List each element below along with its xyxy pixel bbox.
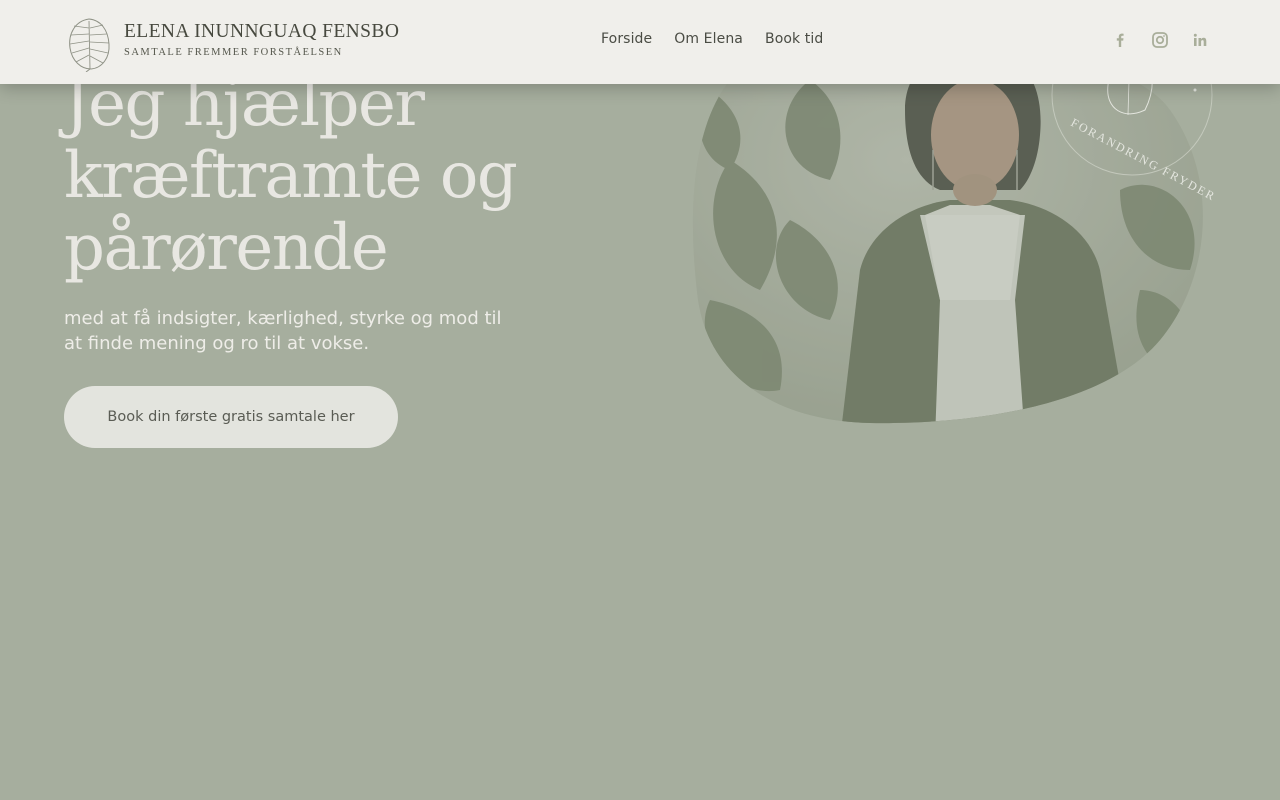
hero-title: Jeg hjælper kræftramte og pårørende bbox=[64, 68, 624, 284]
facebook-icon bbox=[1116, 33, 1124, 47]
hero-title-line: kræftramte og bbox=[64, 139, 518, 213]
main-nav: Forside Om Elena Book tid bbox=[601, 31, 823, 47]
site-header: ELENA INUNNGUAQ FENSBO SAMTALE FREMMER F… bbox=[0, 0, 1280, 84]
linkedin-link[interactable] bbox=[1191, 31, 1209, 49]
portrait-blob-image: FORANDRING FRYDER bbox=[692, 40, 1219, 424]
nav-item-forside[interactable]: Forside bbox=[601, 31, 652, 47]
linkedin-icon bbox=[1193, 33, 1207, 46]
instagram-icon bbox=[1152, 32, 1168, 48]
nav-item-om-elena[interactable]: Om Elena bbox=[674, 31, 743, 47]
brand-tagline: SAMTALE FREMMER FORSTÅELSEN bbox=[124, 47, 343, 58]
book-free-session-button[interactable]: Book din første gratis samtale her bbox=[64, 386, 398, 448]
nav-item-book-tid[interactable]: Book tid bbox=[765, 31, 823, 47]
monstera-leaf-logo-icon bbox=[69, 18, 110, 72]
hero-subtitle: med at få indsigter, kærlighed, styrke o… bbox=[64, 308, 502, 354]
hero-title-line: pårørende bbox=[64, 211, 389, 285]
instagram-link[interactable] bbox=[1151, 31, 1169, 49]
facebook-link[interactable] bbox=[1111, 31, 1129, 49]
brand-name: ELENA INUNNGUAQ FENSBO bbox=[124, 21, 400, 42]
brand-logo-link[interactable]: ELENA INUNNGUAQ FENSBO SAMTALE FREMMER F… bbox=[66, 16, 416, 72]
